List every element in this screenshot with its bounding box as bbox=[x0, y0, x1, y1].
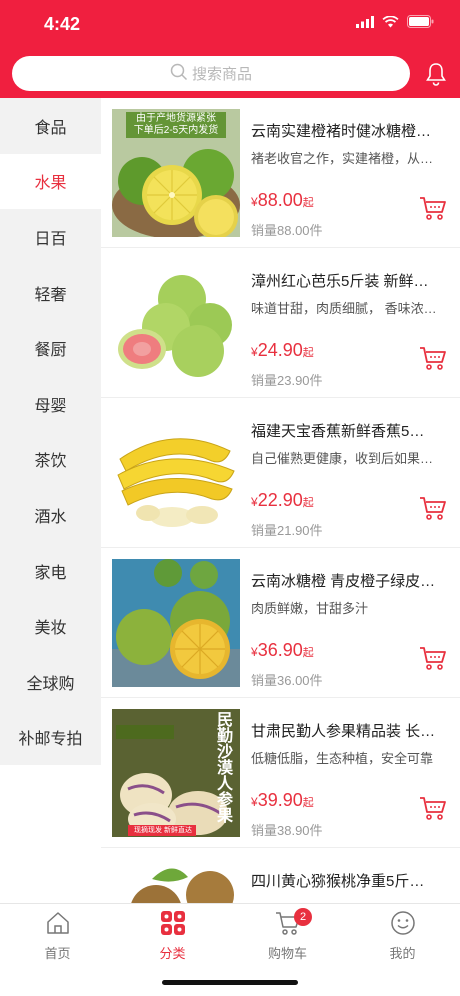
category-item-luxury[interactable]: 轻奢 bbox=[0, 265, 101, 321]
product-item[interactable]: 漳州红心芭乐5斤装 新鲜… 味道甘甜，肉质细腻， 香味浓… ¥24.90起 销量… bbox=[101, 248, 460, 398]
category-item-kitchen[interactable]: 餐厨 bbox=[0, 320, 101, 376]
category-item-fruit[interactable]: 水果 bbox=[0, 153, 101, 210]
product-desc: 褚老收官之作，实建褚橙，从… bbox=[251, 151, 434, 166]
smile-icon bbox=[390, 910, 416, 939]
product-banner: 由于产地货源紧张 下单后2-5天内发货 bbox=[133, 113, 219, 136]
product-price: ¥24.90起 bbox=[251, 340, 314, 360]
search-placeholder: 搜索商品 bbox=[191, 66, 252, 83]
add-to-cart-icon[interactable] bbox=[419, 644, 447, 677]
product-desc: 低糖低脂，生态种植，安全可靠 bbox=[251, 751, 434, 766]
product-name[interactable]: 四川黄心猕猴桃净重5斤… bbox=[251, 870, 447, 891]
status-icons bbox=[356, 15, 434, 33]
product-item[interactable]: 由于产地货源紧张 下单后2-5天内发货 云南实建橙褚时健冰糖橙… 褚老收官之作，… bbox=[101, 98, 460, 248]
signal-icon bbox=[356, 15, 374, 33]
product-image-title: 民勤沙漠人参果 bbox=[216, 712, 233, 825]
product-image bbox=[112, 409, 240, 537]
status-time: 4:42 bbox=[44, 14, 81, 34]
category-item-tea[interactable]: 茶饮 bbox=[0, 432, 101, 488]
product-price: ¥39.90起 bbox=[251, 790, 314, 810]
product-list: 由于产地货源紧张 下单后2-5天内发货 云南实建橙褚时健冰糖橙… 褚老收官之作，… bbox=[101, 98, 460, 903]
product-item[interactable]: 云南冰糖橙 青皮橙子绿皮… 肉质鲜嫩，甘甜多汁 ¥36.90起 销量36.00件 bbox=[101, 548, 460, 698]
product-desc: 味道甘甜，肉质细腻， 香味浓… bbox=[251, 301, 437, 316]
home-icon bbox=[45, 910, 71, 939]
add-to-cart-icon[interactable] bbox=[419, 794, 447, 827]
category-item-baby[interactable]: 母婴 bbox=[0, 376, 101, 432]
notification-bell-icon[interactable] bbox=[426, 62, 446, 91]
tab-cart[interactable]: 2 购物车 bbox=[230, 908, 345, 962]
product-sales: 销量38.90件 bbox=[251, 823, 323, 838]
product-name[interactable]: 漳州红心芭乐5斤装 新鲜… bbox=[251, 270, 447, 291]
search-icon bbox=[170, 63, 192, 85]
product-desc: 肉质鲜嫩，甘甜多汁 bbox=[251, 601, 369, 616]
app-header: 4:42 搜索商品 bbox=[0, 0, 460, 98]
product-item[interactable]: 四川黄心猕猴桃净重5斤… bbox=[101, 848, 460, 903]
category-sidebar: 食品 水果 日百 轻奢 餐厨 母婴 茶饮 酒水 家电 美妆 全球购 补邮专拍 bbox=[0, 98, 101, 765]
category-item-global[interactable]: 全球购 bbox=[0, 654, 101, 710]
cart-badge: 2 bbox=[294, 908, 312, 926]
category-item-appliance[interactable]: 家电 bbox=[0, 543, 101, 599]
product-image bbox=[112, 859, 240, 903]
tab-profile-label: 我的 bbox=[389, 946, 416, 961]
add-to-cart-icon[interactable] bbox=[419, 344, 447, 377]
product-name[interactable]: 甘肃民勤人参果精品装 长… bbox=[251, 720, 447, 741]
product-image bbox=[112, 259, 240, 387]
tab-home[interactable]: 首页 bbox=[0, 910, 115, 962]
product-name[interactable]: 福建天宝香蕉新鲜香蕉5… bbox=[251, 420, 447, 441]
product-price: ¥88.00起 bbox=[251, 190, 314, 210]
product-name[interactable]: 云南实建橙褚时健冰糖橙… bbox=[251, 120, 447, 141]
product-image: 民勤沙漠人参果 现摘现发 新鲜直达 bbox=[112, 709, 240, 837]
product-sales: 销量88.00件 bbox=[251, 223, 323, 238]
home-indicator bbox=[162, 980, 298, 985]
product-sales: 销量23.90件 bbox=[251, 373, 323, 388]
category-item-shipping[interactable]: 补邮专拍 bbox=[0, 710, 101, 766]
product-item[interactable]: 民勤沙漠人参果 现摘现发 新鲜直达 甘肃民勤人参果精品装 长… 低糖低脂，生态种… bbox=[101, 698, 460, 848]
tab-category-label: 分类 bbox=[159, 946, 186, 961]
battery-icon bbox=[407, 15, 434, 33]
tab-profile[interactable]: 我的 bbox=[345, 910, 460, 962]
category-icon bbox=[160, 910, 186, 939]
product-price: ¥36.90起 bbox=[251, 640, 314, 660]
product-item[interactable]: 福建天宝香蕉新鲜香蕉5… 自己催熟更健康，收到后如果… ¥22.90起 销量21… bbox=[101, 398, 460, 548]
add-to-cart-icon[interactable] bbox=[419, 194, 447, 227]
tab-home-label: 首页 bbox=[44, 946, 71, 961]
tab-category[interactable]: 分类 bbox=[115, 910, 230, 962]
product-sales: 销量21.90件 bbox=[251, 523, 323, 538]
product-price: ¥22.90起 bbox=[251, 490, 314, 510]
category-item-daily[interactable]: 日百 bbox=[0, 209, 101, 265]
category-item-food[interactable]: 食品 bbox=[0, 98, 101, 154]
tab-cart-label: 购物车 bbox=[267, 946, 307, 961]
category-item-beauty[interactable]: 美妆 bbox=[0, 598, 101, 654]
wifi-icon bbox=[382, 15, 399, 33]
product-image-tag: 现摘现发 新鲜直达 bbox=[134, 827, 192, 834]
add-to-cart-icon[interactable] bbox=[419, 494, 447, 527]
product-image bbox=[112, 559, 240, 687]
search-input[interactable]: 搜索商品 bbox=[12, 56, 410, 91]
category-item-liquor[interactable]: 酒水 bbox=[0, 487, 101, 543]
product-image: 由于产地货源紧张 下单后2-5天内发货 bbox=[112, 109, 240, 237]
product-sales: 销量36.00件 bbox=[251, 673, 323, 688]
product-name[interactable]: 云南冰糖橙 青皮橙子绿皮… bbox=[251, 570, 447, 591]
product-desc: 自己催熟更健康，收到后如果… bbox=[251, 451, 434, 466]
